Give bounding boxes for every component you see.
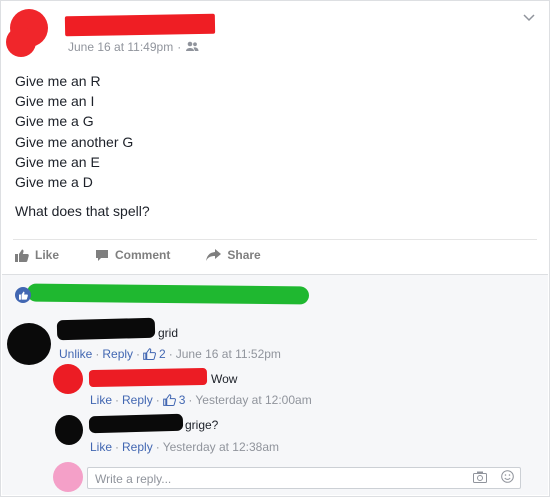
reply-text: Wow <box>211 372 238 386</box>
comment-label: Comment <box>115 248 171 262</box>
meta-separator: · <box>177 40 182 54</box>
reply-placeholder: Write a reply... <box>95 472 172 486</box>
replier-name-redaction <box>88 367 208 388</box>
share-arrow-icon <box>206 249 222 261</box>
like-label: Like <box>35 248 60 262</box>
commenter-name-redaction <box>56 317 156 341</box>
like-count[interactable]: 2 <box>159 347 166 361</box>
reply-link[interactable]: Reply <box>102 347 133 361</box>
chevron-down-icon[interactable] <box>523 11 535 25</box>
separator: · <box>155 440 160 454</box>
comment-icon <box>95 249 109 262</box>
reply-link[interactable]: Reply <box>122 393 153 407</box>
divider <box>13 239 537 240</box>
post-question: What does that spell? <box>15 203 150 219</box>
separator: · <box>115 440 120 454</box>
reply-input-icons <box>473 470 514 486</box>
reply-avatar[interactable] <box>55 415 83 445</box>
unlike-link[interactable]: Unlike <box>59 347 92 361</box>
share-label: Share <box>227 248 261 262</box>
replier-name-redaction <box>88 413 184 434</box>
post-timestamp[interactable]: June 16 at 11:49pm <box>68 40 173 54</box>
comments-section <box>2 274 548 495</box>
thumbs-up-icon <box>15 249 29 262</box>
commenter-avatar[interactable] <box>7 323 51 365</box>
emoji-icon[interactable] <box>501 470 514 486</box>
post-line: Give me a D <box>15 174 93 191</box>
reply-actions: Like · Reply · Yesterday at 12:38am <box>90 440 279 454</box>
poster-avatar[interactable] <box>6 9 48 57</box>
post-card: June 16 at 11:49pm · Give me an R Give m… <box>0 0 550 497</box>
comment-timestamp[interactable]: June 16 at 11:52pm <box>176 347 281 361</box>
post-meta: June 16 at 11:49pm · <box>68 40 199 54</box>
poster-name-redaction <box>64 13 216 37</box>
share-button[interactable]: Share <box>206 248 261 262</box>
reply-input[interactable]: Write a reply... <box>87 467 521 489</box>
separator: · <box>188 393 193 407</box>
separator: · <box>95 347 100 361</box>
reply-link[interactable]: Reply <box>122 440 153 454</box>
reply-timestamp[interactable]: Yesterday at 12:00am <box>195 393 311 407</box>
current-user-avatar <box>53 462 83 492</box>
separator: · <box>168 347 173 361</box>
post-body: Give me an R Give me an I Give me a G Gi… <box>15 71 133 192</box>
like-reaction-icon[interactable] <box>15 287 31 303</box>
camera-icon[interactable] <box>473 470 487 486</box>
likers-redaction <box>26 283 310 305</box>
reply-text: grige? <box>185 418 219 432</box>
comment-text: grid <box>158 326 179 340</box>
reply-timestamp[interactable]: Yesterday at 12:38am <box>163 440 279 454</box>
like-count[interactable]: 3 <box>179 393 186 407</box>
separator: · <box>136 347 141 361</box>
thumbs-up-icon[interactable] <box>143 348 157 360</box>
friends-icon[interactable] <box>185 40 199 54</box>
like-link[interactable]: Like <box>90 393 112 407</box>
separator: · <box>115 393 120 407</box>
post-line: Give me an I <box>15 93 95 110</box>
reply-avatar[interactable] <box>53 364 83 394</box>
post-line: Give me an E <box>15 153 100 170</box>
divider <box>2 274 548 275</box>
comment-actions: Unlike · Reply · 2 · June 16 at 11:52pm <box>59 347 281 361</box>
thumbs-up-icon[interactable] <box>162 394 176 406</box>
like-link[interactable]: Like <box>90 440 112 454</box>
reply-actions: Like · Reply · 3 · Yesterday at 12:00am <box>90 393 312 407</box>
post-line: Give me a G <box>15 113 94 130</box>
post-actions: Like Comment Share <box>15 248 297 262</box>
post-line: Give me an R <box>15 73 101 89</box>
separator: · <box>155 393 160 407</box>
like-button[interactable]: Like <box>15 248 59 262</box>
comment-button[interactable]: Comment <box>95 248 170 262</box>
post-line: Give me another G <box>15 133 134 150</box>
